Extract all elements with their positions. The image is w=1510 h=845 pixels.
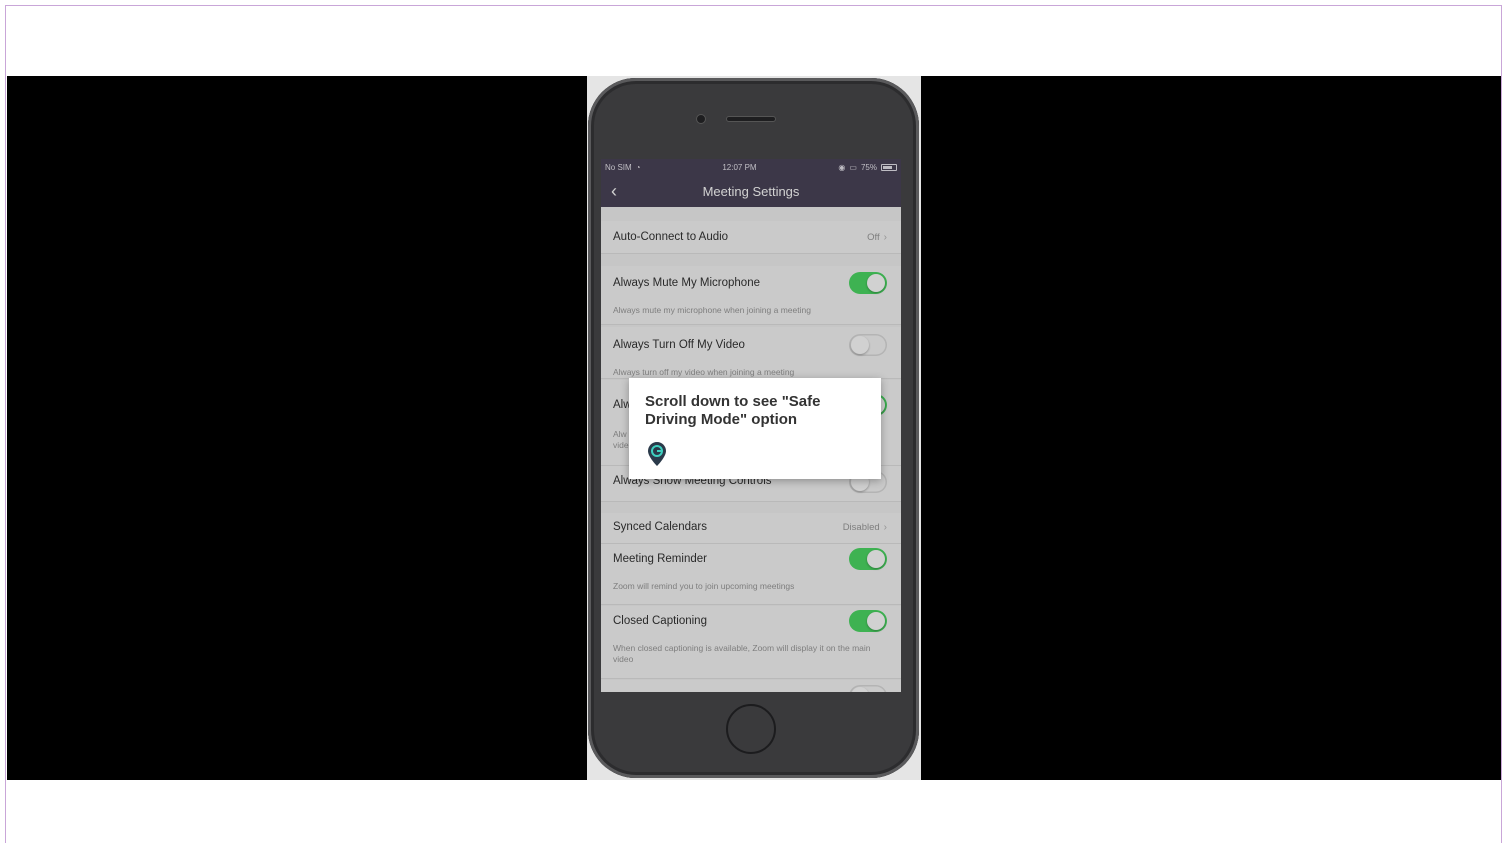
speaker-grille <box>726 116 776 122</box>
tooltip-text: Scroll down to see "Safe Driving Mode" o… <box>645 393 821 428</box>
camera-icon <box>696 114 706 124</box>
guide-pin-icon <box>648 442 666 466</box>
home-button[interactable] <box>726 704 776 754</box>
guide-tooltip[interactable]: Scroll down to see "Safe Driving Mode" o… <box>629 378 881 479</box>
